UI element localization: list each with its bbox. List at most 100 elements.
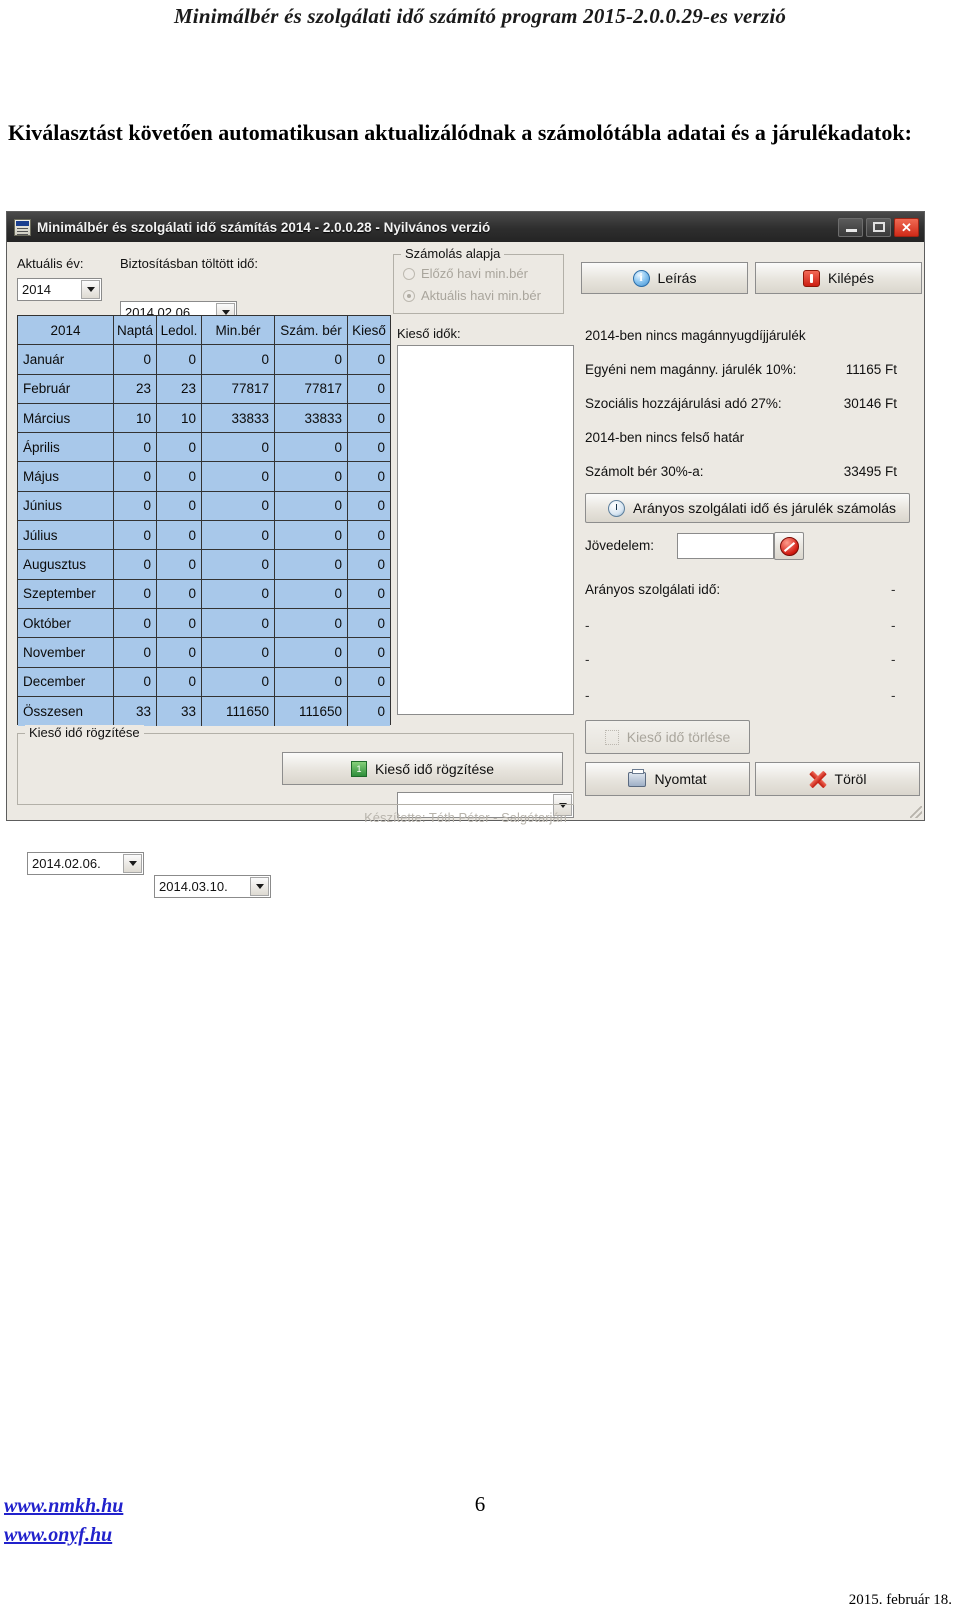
table-row[interactable]: November 0 0 0 0 0 — [18, 638, 390, 668]
table-row[interactable]: Február 23 23 77817 77817 0 — [18, 374, 390, 404]
power-icon — [803, 269, 821, 287]
table-cell: Február — [18, 374, 114, 404]
table-row[interactable]: Szeptember 0 0 0 0 0 — [18, 579, 390, 609]
table-cell: 33833 — [275, 403, 348, 434]
table-cell: 33 — [157, 696, 202, 727]
table-cell: 0 — [275, 521, 348, 551]
record-to-value: 2014.03.10. — [159, 879, 228, 894]
table-cell: 0 — [202, 579, 275, 609]
table-cell: 0 — [348, 374, 390, 404]
table-cell: 0 — [275, 638, 348, 668]
table-cell: 0 — [275, 667, 348, 697]
calculation-table[interactable]: 2014 Naptá Ledol. Min.bér Szám. bér Kieső Janu… — [17, 315, 391, 727]
table-row[interactable]: Május 0 0 0 0 0 — [18, 462, 390, 492]
no-entry-icon — [779, 536, 799, 556]
print-button[interactable]: Nyomtat — [585, 762, 750, 796]
proportional-calc-button-label: Arányos szolgálati idő és járulék számol… — [633, 500, 897, 516]
table-cell: 23 — [157, 374, 202, 404]
result-row-2-label: - — [585, 652, 590, 667]
income-input[interactable] — [677, 533, 774, 559]
income-clear-button[interactable] — [774, 532, 804, 560]
description-button[interactable]: Leírás — [581, 262, 748, 294]
income-label: Jövedelem: — [585, 538, 655, 553]
contrib-line3-value: 30146 Ft — [843, 396, 897, 411]
table-cell: 0 — [348, 345, 390, 375]
table-cell: 0 — [157, 462, 202, 492]
table-row[interactable]: Július 0 0 0 0 0 — [18, 521, 390, 551]
description-button-label: Leírás — [657, 270, 697, 286]
table-header-cell: Szám. bér — [275, 316, 348, 346]
print-button-label: Nyomtat — [654, 771, 707, 787]
table-cell: 0 — [157, 638, 202, 668]
table-header-cell: Min.bér — [202, 316, 275, 346]
result-row-1-label: - — [585, 618, 590, 633]
window-titlebar: Minimálbér és szolgálati idő számítás 20… — [7, 212, 924, 242]
table-cell: 0 — [202, 491, 275, 522]
table-cell: 10 — [114, 403, 157, 434]
table-cell: 0 — [348, 696, 390, 727]
table-cell: November — [18, 638, 114, 668]
link-onyf[interactable]: www.onyf.hu — [4, 1521, 123, 1550]
table-cell: 0 — [202, 345, 275, 375]
lost-times-listbox[interactable] — [397, 345, 574, 715]
table-cell: 0 — [114, 521, 157, 551]
delete-x-icon — [809, 770, 827, 788]
current-year-select[interactable]: 2014 — [17, 278, 102, 301]
current-year-value: 2014 — [22, 282, 51, 297]
close-button[interactable]: ✕ — [894, 217, 919, 237]
table-cell: Október — [18, 608, 114, 639]
table-row[interactable]: Április 0 0 0 0 0 — [18, 433, 390, 463]
table-row[interactable]: Január 0 0 0 0 0 — [18, 345, 390, 375]
table-row[interactable]: December 0 0 0 0 0 — [18, 667, 390, 697]
table-cell: 0 — [275, 433, 348, 463]
table-header-cell: Ledol. — [157, 316, 202, 346]
delete-lost-time-button[interactable]: Kieső idő törlése — [585, 720, 750, 754]
table-row[interactable]: Augusztus 0 0 0 0 0 — [18, 550, 390, 580]
exit-button[interactable]: Kilépés — [755, 262, 922, 294]
calendar-icon — [350, 760, 367, 777]
radio-icon — [403, 267, 415, 280]
record-to-select[interactable]: 2014.03.10. — [154, 875, 271, 898]
page-number: 6 — [474, 1492, 486, 1516]
table-cell: 0 — [157, 345, 202, 375]
table-header-cell: Naptá — [114, 316, 157, 346]
table-cell: 0 — [348, 608, 390, 639]
chevron-down-icon[interactable] — [250, 877, 269, 896]
table-row[interactable]: Június 0 0 0 0 0 — [18, 491, 390, 522]
table-cell: 0 — [157, 579, 202, 609]
table-cell: 0 — [348, 462, 390, 492]
record-group-caption: Kieső idő rögzítése — [25, 725, 144, 740]
contrib-line1: 2014-ben nincs magánnyugdíjjárulék — [585, 328, 806, 343]
table-cell: 0 — [202, 433, 275, 463]
table-header-cell: 2014 — [18, 316, 114, 346]
app-icon — [14, 218, 31, 236]
chevron-down-icon[interactable] — [123, 854, 142, 873]
chevron-down-icon[interactable] — [81, 280, 100, 299]
table-row[interactable]: Március 10 10 33833 33833 0 — [18, 403, 390, 434]
delete-button[interactable]: Töröl — [755, 762, 920, 796]
window-controls: ✕ — [838, 217, 919, 237]
minimize-button[interactable] — [838, 217, 863, 237]
record-lost-time-button[interactable]: Kieső idő rögzítése — [282, 752, 563, 785]
table-cell: 0 — [114, 491, 157, 522]
record-from-select[interactable]: 2014.02.06. — [27, 852, 144, 875]
radio-previous-month[interactable]: Előző havi min.bér — [403, 266, 528, 281]
table-cell: 0 — [202, 667, 275, 697]
table-cell: 0 — [348, 638, 390, 668]
table-header-row: 2014 Naptá Ledol. Min.bér Szám. bér Kieső — [18, 316, 390, 346]
radio-selected-icon — [403, 289, 415, 302]
record-lost-time-button-label: Kieső idő rögzítése — [374, 760, 495, 777]
table-cell: 0 — [348, 521, 390, 551]
maximize-button[interactable] — [866, 217, 891, 237]
table-row[interactable]: Október 0 0 0 0 0 — [18, 608, 390, 639]
table-cell: 0 — [157, 608, 202, 639]
document-header: Minimálbér és szolgálati idő számító pro… — [173, 4, 787, 28]
table-cell: 0 — [275, 491, 348, 522]
window-title: Minimálbér és szolgálati idő számítás 20… — [37, 219, 491, 235]
resize-grip[interactable] — [910, 806, 922, 818]
table-row[interactable]: Összesen 33 33 111650 111650 0 — [18, 696, 390, 727]
window-client-area: Aktuális év: 2014 Biztosításban töltött … — [7, 242, 924, 898]
contrib-line4: 2014-ben nincs felső határ — [585, 430, 745, 445]
radio-current-month[interactable]: Aktuális havi min.bér — [403, 288, 541, 303]
proportional-calc-button[interactable]: Arányos szolgálati idő és járulék számol… — [585, 493, 910, 523]
